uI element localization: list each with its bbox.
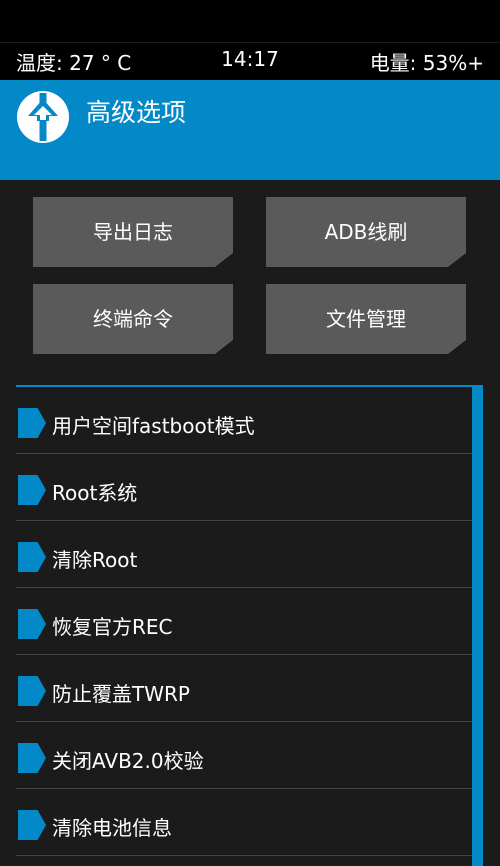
flag-arrow-icon (18, 609, 46, 639)
list-item-label: 清除Root (52, 548, 138, 572)
list-item-label: 清除电池信息 (52, 816, 172, 840)
battery-readout: 电量: 53%+ (369, 51, 484, 75)
list-item-label: 防止覆盖TWRP (52, 682, 190, 706)
temperature-readout: 温度: 27 ° C (16, 51, 132, 75)
flag-arrow-icon (18, 475, 46, 505)
adb-flash-button[interactable]: ADB线刷 (266, 197, 466, 267)
flag-arrow-icon (18, 408, 46, 438)
list-item-clear-root[interactable]: 清除Root (16, 521, 472, 588)
file-manager-label: 文件管理 (326, 307, 406, 331)
top-black-bar (0, 0, 500, 42)
status-bar: 温度: 27 ° C 14:17 电量: 53%+ (0, 42, 500, 80)
list-item-label: Root系统 (52, 481, 138, 505)
export-log-button[interactable]: 导出日志 (33, 197, 233, 267)
list-item-clear-battery-info[interactable]: 清除电池信息 (16, 789, 472, 856)
list-item-prevent-overwrite-twrp[interactable]: 防止覆盖TWRP (16, 655, 472, 722)
list-item-label: 恢复官方REC (52, 615, 173, 639)
header-bar: 高级选项 (0, 80, 500, 180)
file-manager-button[interactable]: 文件管理 (266, 284, 466, 354)
terminal-label: 终端命令 (93, 307, 173, 331)
terminal-button[interactable]: 终端命令 (33, 284, 233, 354)
list-item-restore-stock-rec[interactable]: 恢复官方REC (16, 588, 472, 655)
list-item-fastbootd[interactable]: 用户空间fastboot模式 (16, 387, 472, 454)
flag-arrow-icon (18, 676, 46, 706)
options-list: 用户空间fastboot模式 Root系统 清除Root 恢复官方REC 防止覆… (16, 387, 472, 856)
adb-flash-label: ADB线刷 (324, 220, 408, 244)
flag-arrow-icon (18, 743, 46, 773)
list-item-root-system[interactable]: Root系统 (16, 454, 472, 521)
page-title: 高级选项 (86, 98, 187, 127)
list-item-label: 关闭AVB2.0校验 (52, 749, 204, 773)
flag-arrow-icon (18, 542, 46, 572)
export-log-label: 导出日志 (93, 220, 173, 244)
list-item-disable-avb[interactable]: 关闭AVB2.0校验 (16, 722, 472, 789)
list-item-label: 用户空间fastboot模式 (52, 414, 255, 438)
scrollbar[interactable] (472, 387, 483, 866)
twrp-logo-icon (17, 91, 69, 143)
flag-arrow-icon (18, 810, 46, 840)
